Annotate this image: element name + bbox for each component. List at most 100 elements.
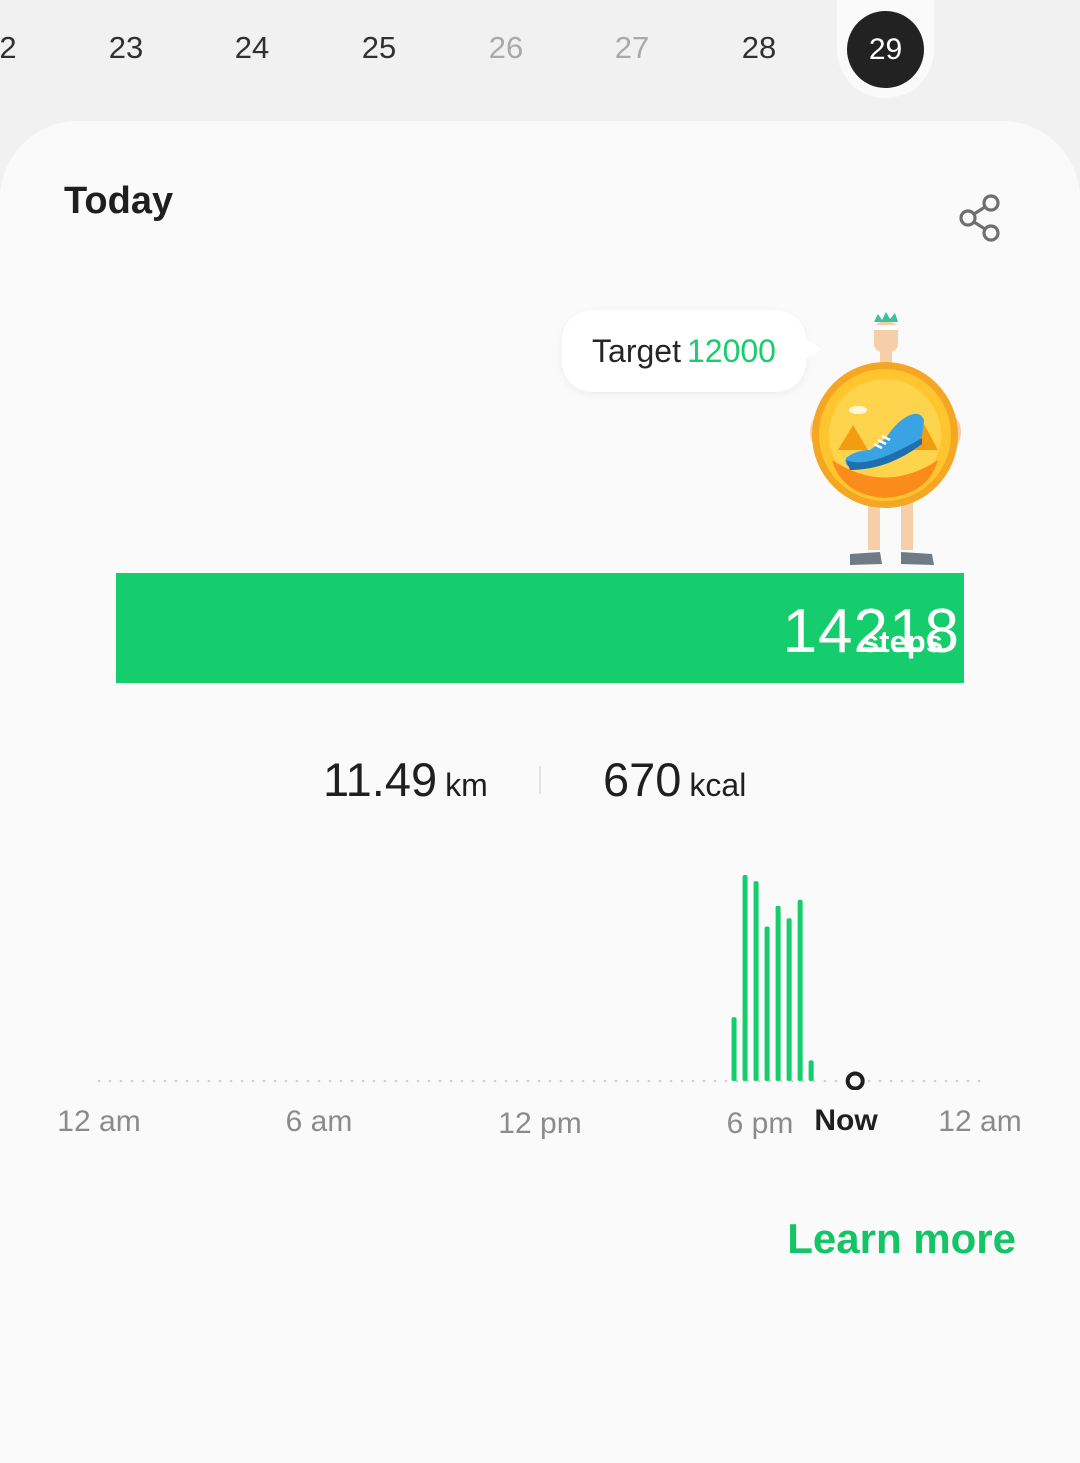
baseline-dot: [196, 1079, 200, 1083]
baseline-dot: [108, 1079, 112, 1083]
baseline-dot: [526, 1079, 530, 1083]
baseline-dot: [339, 1079, 343, 1083]
baseline-dot: [713, 1079, 717, 1083]
baseline-dot: [955, 1079, 959, 1083]
date-strip: 2 23 24 25 26 27 28 29: [0, 0, 1080, 125]
baseline-dot: [185, 1079, 189, 1083]
date-item[interactable]: 24: [212, 30, 292, 66]
baseline-dot: [317, 1079, 321, 1083]
chart-bar: [786, 918, 792, 1081]
baseline-dot: [823, 1079, 827, 1083]
baseline-dot: [900, 1079, 904, 1083]
baseline-dot: [592, 1079, 596, 1083]
baseline-dot: [361, 1079, 365, 1083]
baseline-dot: [922, 1079, 926, 1083]
baseline-dot: [240, 1079, 244, 1083]
baseline-dot: [680, 1079, 684, 1083]
baseline-dot: [427, 1079, 431, 1083]
baseline-dot: [889, 1079, 893, 1083]
share-button[interactable]: [955, 192, 1005, 244]
baseline-dot: [515, 1079, 519, 1083]
baseline-dot: [97, 1079, 101, 1083]
baseline-dot: [878, 1079, 882, 1083]
baseline-dot: [350, 1079, 354, 1083]
baseline-dot: [658, 1079, 662, 1083]
baseline-dot: [834, 1079, 838, 1083]
baseline-dot: [548, 1079, 552, 1083]
baseline-dot: [130, 1079, 134, 1083]
baseline-dot: [691, 1079, 695, 1083]
calories-unit: kcal: [689, 767, 747, 803]
baseline-dot: [911, 1079, 915, 1083]
baseline-dot: [295, 1079, 299, 1083]
card-title: Today: [64, 180, 174, 222]
steps-unit: steps: [862, 624, 943, 659]
baseline-dot: [438, 1079, 442, 1083]
baseline-dot: [867, 1079, 871, 1083]
date-item[interactable]: 27: [592, 30, 672, 66]
x-axis-label: 12 am: [57, 1105, 141, 1138]
baseline-dot: [460, 1079, 464, 1083]
baseline-dot: [251, 1079, 255, 1083]
baseline-dot: [581, 1079, 585, 1083]
baseline-dot: [383, 1079, 387, 1083]
chart-bar: [797, 899, 803, 1081]
chart-bar: [742, 875, 748, 1081]
share-icon: [959, 194, 1000, 242]
baseline-dot: [614, 1079, 618, 1083]
learn-more-link[interactable]: Learn more: [787, 1215, 1016, 1263]
calories-stat: 670 kcal: [603, 752, 746, 807]
baseline-dot: [625, 1079, 629, 1083]
x-axis-label: 6 am: [285, 1105, 353, 1138]
baseline-dot: [328, 1079, 332, 1083]
baseline-dot: [405, 1079, 409, 1083]
baseline-dot: [603, 1079, 607, 1083]
target-label: Target: [592, 332, 681, 369]
baseline-dot: [416, 1079, 420, 1083]
baseline-dot: [218, 1079, 222, 1083]
date-item[interactable]: 23: [86, 30, 166, 66]
date-item[interactable]: 25: [339, 30, 419, 66]
baseline-dot: [977, 1079, 981, 1083]
baseline-dot: [119, 1079, 123, 1083]
baseline-dot: [141, 1079, 145, 1083]
baseline-dot: [504, 1079, 508, 1083]
baseline-dot: [262, 1079, 266, 1083]
baseline-dot: [394, 1079, 398, 1083]
baseline-dot: [207, 1079, 211, 1083]
baseline-dot: [647, 1079, 651, 1083]
distance-stat: 11.49 km: [323, 752, 488, 807]
date-item[interactable]: 2: [0, 30, 48, 66]
distance-value: 11.49: [323, 753, 438, 806]
baseline-dot: [372, 1079, 376, 1083]
baseline-dot: [174, 1079, 178, 1083]
target-bubble: Target 12000: [562, 310, 806, 392]
baseline-dot: [570, 1079, 574, 1083]
selected-date[interactable]: 29: [847, 11, 924, 88]
baseline-dot: [163, 1079, 167, 1083]
baseline-dot: [273, 1079, 277, 1083]
target-value: 12000: [686, 332, 776, 369]
x-axis-label: 6 pm: [726, 1107, 794, 1140]
baseline-dot: [933, 1079, 937, 1083]
chart-bar: [764, 926, 770, 1081]
date-item[interactable]: 26: [466, 30, 546, 66]
stat-divider: [539, 766, 541, 794]
steps-chart: [97, 875, 981, 1090]
baseline-dot: [449, 1079, 453, 1083]
baseline-dot: [966, 1079, 970, 1083]
baseline-dot: [559, 1079, 563, 1083]
calories-value: 670: [603, 753, 682, 806]
baseline-dot: [702, 1079, 706, 1083]
chart-bar: [753, 881, 759, 1081]
date-item[interactable]: 28: [719, 30, 799, 66]
baseline-dot: [306, 1079, 310, 1083]
baseline-dot: [537, 1079, 541, 1083]
mascot-illustration: [808, 310, 963, 570]
baseline-dot: [724, 1079, 728, 1083]
chart-bar: [808, 1060, 814, 1081]
baseline-dot: [284, 1079, 288, 1083]
chart-bar: [731, 1017, 737, 1081]
baseline-dot: [493, 1079, 497, 1083]
chart-bar: [775, 905, 781, 1081]
